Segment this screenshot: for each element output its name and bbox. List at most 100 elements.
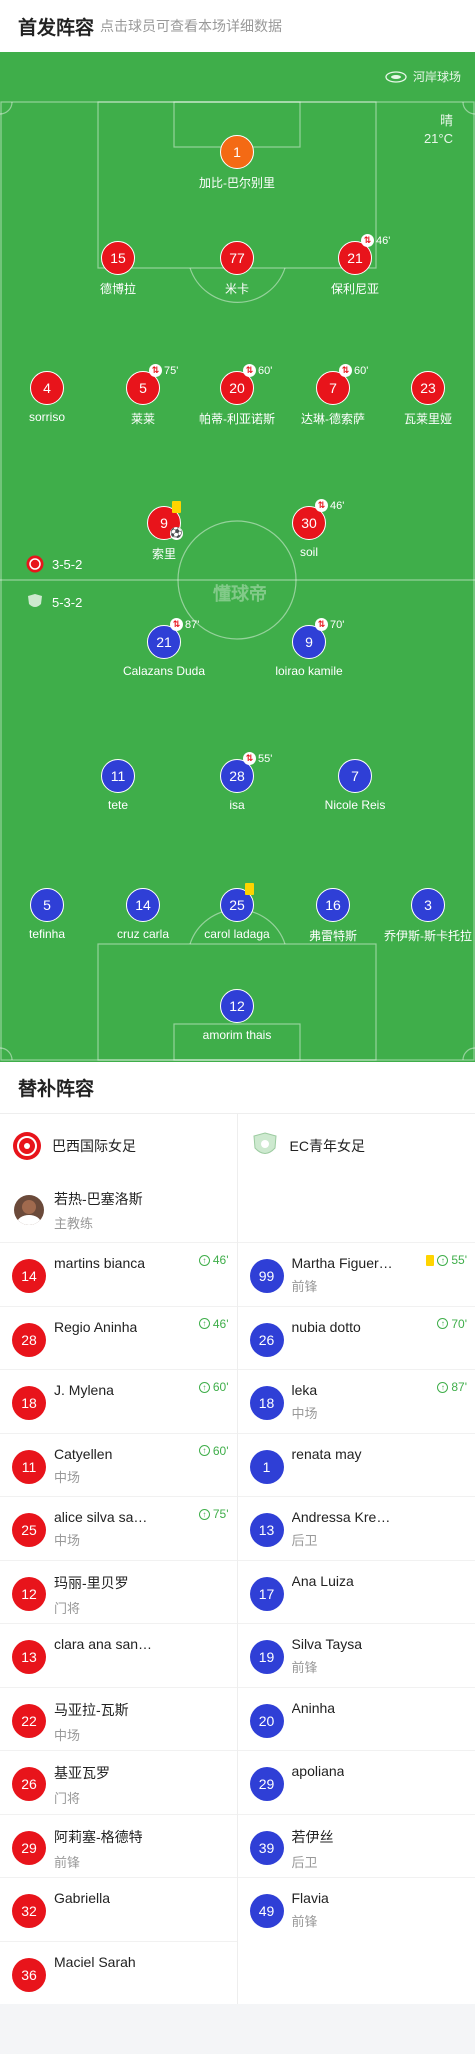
sub-time: 46' — [330, 500, 344, 512]
sub-player-name: Flavia — [292, 1890, 329, 1906]
player-number: 4 — [30, 371, 64, 405]
sub-player-name: Martha Figuer… — [292, 1255, 393, 1271]
player-name: 米卡 — [177, 280, 297, 297]
sub-player-name: 玛丽-里贝罗 — [54, 1573, 129, 1593]
sub-player-number: 13 — [12, 1640, 46, 1674]
player-number: 25 — [220, 888, 254, 922]
sub-player-number: 26 — [12, 1767, 46, 1801]
sub-player-row[interactable]: 20Aninha — [238, 1687, 475, 1751]
sub-player-row[interactable]: 49Flavia前锋 — [238, 1877, 475, 1941]
sub-player-row[interactable]: 39若伊丝后卫 — [238, 1814, 475, 1878]
sub-player-number: 99 — [250, 1259, 284, 1293]
sub-player-row[interactable]: 18leka中场↑87' — [238, 1369, 475, 1433]
sub-in-marker: ↑75' — [199, 1507, 229, 1521]
pitch-player[interactable]: 9⚽索里 — [104, 506, 224, 562]
sub-player-number: 13 — [250, 1513, 284, 1547]
sub-out-icon: ⇅ — [339, 364, 352, 377]
sub-player-name: 基亚瓦罗 — [54, 1763, 110, 1783]
sub-in-time: 55' — [451, 1253, 467, 1267]
sub-player-row[interactable]: 36Maciel Sarah — [0, 1941, 237, 2005]
sub-player-row[interactable]: 19Silva Taysa前锋 — [238, 1623, 475, 1687]
pitch-player[interactable]: 28⇅55'isa — [177, 759, 297, 812]
pitch-player[interactable]: 7Nicole Reis — [295, 759, 415, 812]
sub-player-row[interactable]: 26基亚瓦罗门将 — [0, 1750, 237, 1814]
sub-player-row[interactable]: 25alice silva sa…中场↑75' — [0, 1496, 237, 1560]
sub-player-row[interactable]: 17Ana Luiza — [238, 1560, 475, 1624]
sub-player-number: 1 — [250, 1450, 284, 1484]
sub-player-name: renata may — [292, 1446, 362, 1462]
sub-player-row[interactable]: 12玛丽-里贝罗门将 — [0, 1560, 237, 1624]
player-number: 21⇅87' — [147, 625, 181, 659]
player-name: loirao kamile — [249, 664, 369, 678]
sub-player-row[interactable]: 29apoliana — [238, 1750, 475, 1814]
sub-player-row[interactable]: 29阿莉塞-格德特前锋 — [0, 1814, 237, 1878]
sub-player-row[interactable]: 28Regio Aninha↑46' — [0, 1306, 237, 1370]
player-number: 1 — [220, 135, 254, 169]
substitution-marker: ⇅46' — [315, 499, 344, 512]
sub-player-position: 中场 — [292, 1403, 318, 1422]
pitch-player[interactable]: 11tete — [58, 759, 178, 812]
home-team-logo-icon — [12, 1131, 42, 1161]
sub-player-name: 阿莉塞-格德特 — [54, 1827, 143, 1847]
pitch-player[interactable]: 1加比-巴尔别里 — [177, 135, 297, 191]
pitch-player[interactable]: 21⇅87'Calazans Duda — [104, 625, 224, 678]
player-name: 德博拉 — [58, 280, 178, 297]
sub-time: 70' — [330, 619, 344, 631]
venue-name: 河岸球场 — [413, 68, 461, 85]
sub-player-row[interactable]: 22马亚拉-瓦斯中场 — [0, 1687, 237, 1751]
sub-in-icon: ↑ — [199, 1382, 210, 1393]
away-team-logo-icon — [26, 593, 44, 611]
player-number: 12 — [220, 989, 254, 1023]
sub-player-row[interactable]: 11Catyellen中场↑60' — [0, 1433, 237, 1497]
sub-player-row[interactable]: 18J. Mylena↑60' — [0, 1369, 237, 1433]
pitch-player[interactable]: 21⇅46'保利尼亚 — [295, 241, 415, 297]
substitution-marker: ⇅60' — [243, 364, 272, 377]
sub-in-marker: ↑70' — [437, 1317, 467, 1331]
pitch-player[interactable]: 30⇅46'soil — [249, 506, 369, 559]
sub-player-row[interactable]: 26 nubia dotto ↑70' — [238, 1306, 475, 1370]
pitch-player[interactable]: 15德博拉 — [58, 241, 178, 297]
sub-player-number: 20 — [250, 1704, 284, 1738]
player-name: tete — [58, 798, 178, 812]
player-name: 瓦莱里娅 — [368, 410, 475, 427]
sub-player-row[interactable]: 99Martha Figuer…前锋↑55' — [238, 1242, 475, 1306]
sub-player-row[interactable]: 13Andressa Kre…后卫 — [238, 1496, 475, 1560]
pitch-player[interactable]: 23瓦莱里娅 — [368, 371, 475, 427]
coach-avatar — [14, 1195, 44, 1225]
sub-player-number: 28 — [12, 1323, 46, 1357]
sub-player-number: 17 — [250, 1577, 284, 1611]
sub-time: 60' — [354, 365, 368, 377]
sub-player-name: alice silva sa… — [54, 1509, 147, 1525]
weather: 晴 21°C — [424, 112, 453, 148]
sub-player-row[interactable]: 32Gabriella — [0, 1877, 237, 1941]
stadium-icon — [385, 71, 407, 83]
substitution-marker: ⇅55' — [243, 752, 272, 765]
sub-player-row[interactable]: 14martins bianca↑46' — [0, 1242, 237, 1306]
pitch-player[interactable]: 12amorim thais — [177, 989, 297, 1042]
sub-player-name: Maciel Sarah — [54, 1954, 136, 1970]
weather-condition: 晴 — [424, 112, 453, 130]
sub-player-number: 19 — [250, 1640, 284, 1674]
sub-in-marker: ↑87' — [437, 1380, 467, 1394]
player-number: 14 — [126, 888, 160, 922]
pitch-player[interactable]: 77米卡 — [177, 241, 297, 297]
sub-player-row[interactable]: 13clara ana san… — [0, 1623, 237, 1687]
sub-out-icon: ⇅ — [243, 364, 256, 377]
sub-player-name: nubia dotto — [292, 1319, 361, 1335]
home-team-header[interactable]: 巴西国际女足 — [0, 1114, 237, 1178]
home-coach[interactable]: 若热-巴塞洛斯 主教练 — [0, 1178, 237, 1242]
sub-player-name: Catyellen — [54, 1446, 112, 1462]
sub-player-number: 26 — [250, 1323, 284, 1357]
sub-player-number: 39 — [250, 1831, 284, 1865]
sub-in-time: 46' — [213, 1253, 229, 1267]
away-coach-placeholder — [238, 1178, 475, 1242]
sub-player-row[interactable]: 1 renata may — [238, 1433, 475, 1497]
sub-player-number: 14 — [12, 1259, 46, 1293]
subs-title: 替补阵容 — [0, 1062, 475, 1114]
substitution-marker: ⇅75' — [149, 364, 178, 377]
pitch-player[interactable]: 9⇅70'loirao kamile — [249, 625, 369, 678]
away-team-header[interactable]: EC青年女足 — [238, 1114, 475, 1178]
pitch-player[interactable]: 3乔伊斯-斯卡托拉 — [368, 888, 475, 944]
home-formation: 3-5-2 — [26, 555, 82, 573]
sub-player-position: 前锋 — [292, 1276, 393, 1295]
